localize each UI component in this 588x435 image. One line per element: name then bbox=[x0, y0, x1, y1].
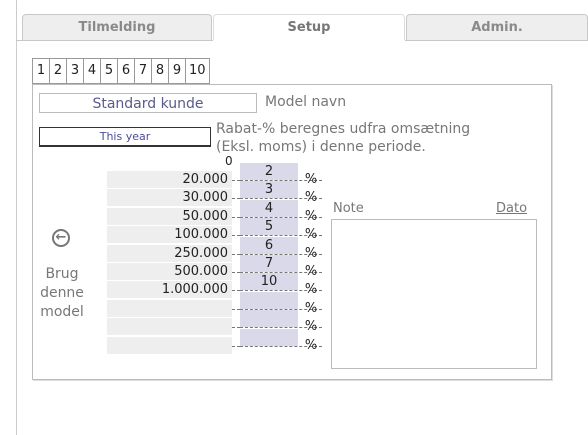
discount-percent-field[interactable]: 4 bbox=[240, 200, 298, 217]
percent-sign: % bbox=[304, 282, 318, 297]
discount-percent-field[interactable]: 7 bbox=[240, 255, 298, 272]
percent-sign: % bbox=[304, 172, 318, 187]
threshold-dash bbox=[232, 180, 240, 181]
percent-sign: % bbox=[304, 190, 318, 205]
date-sort-link[interactable]: Dato bbox=[496, 201, 527, 216]
discount-percent-field[interactable] bbox=[240, 310, 298, 327]
customer-name-field[interactable]: Standard kunde bbox=[39, 93, 257, 113]
threshold-dash bbox=[232, 346, 240, 347]
period-description-line1: Rabat-% beregnes udfra omsætning bbox=[216, 121, 471, 137]
period-button[interactable]: This year bbox=[39, 127, 211, 147]
percent-sign: % bbox=[304, 209, 318, 224]
page-tab-6[interactable]: 6 bbox=[117, 58, 134, 84]
tab-tilmelding[interactable]: Tilmelding bbox=[22, 14, 212, 40]
use-model-label[interactable]: Brug denne model bbox=[38, 265, 86, 322]
percent-sign: % bbox=[304, 264, 318, 279]
threshold-dash bbox=[232, 327, 240, 328]
model-page-tabs: 1 2 3 4 5 6 7 8 9 10 bbox=[32, 58, 210, 84]
threshold-amount-field[interactable]: 250.000 bbox=[107, 245, 232, 262]
threshold-dash bbox=[232, 198, 240, 199]
threshold-dash bbox=[232, 309, 240, 310]
period-description-line2: (Eksl. moms) i denne periode. bbox=[216, 139, 426, 155]
discount-percent-field[interactable]: 3 bbox=[240, 181, 298, 198]
threshold-amount-field[interactable] bbox=[107, 300, 232, 317]
note-textarea[interactable] bbox=[331, 219, 537, 369]
discount-percent-field[interactable]: 10 bbox=[240, 273, 298, 290]
threshold-dash bbox=[232, 235, 240, 236]
percent-sign: % bbox=[304, 246, 318, 261]
threshold-dash bbox=[232, 254, 240, 255]
percent-sign: % bbox=[304, 338, 318, 353]
threshold-dash bbox=[232, 217, 240, 218]
threshold-amount-field[interactable]: 50.000 bbox=[107, 208, 232, 225]
page-tab-8[interactable]: 8 bbox=[151, 58, 168, 84]
page-tab-2[interactable]: 2 bbox=[49, 58, 66, 84]
threshold-dash bbox=[232, 272, 240, 273]
discount-percent-field[interactable]: 5 bbox=[240, 218, 298, 235]
percent-sign: % bbox=[304, 227, 318, 242]
threshold-amount-field[interactable]: 1.000.000 bbox=[107, 281, 232, 298]
page-tab-5[interactable]: 5 bbox=[100, 58, 117, 84]
percent-sign: % bbox=[304, 301, 318, 316]
page-tab-3[interactable]: 3 bbox=[66, 58, 83, 84]
use-model-line3: model bbox=[40, 304, 84, 320]
threshold-amount-field[interactable]: 30.000 bbox=[107, 189, 232, 206]
model-name-label: Model navn bbox=[265, 94, 347, 110]
active-tab-gap bbox=[213, 40, 405, 42]
use-model-line1: Brug bbox=[45, 266, 79, 282]
threshold-amount-field[interactable]: 500.000 bbox=[107, 263, 232, 280]
page-tab-10[interactable]: 10 bbox=[185, 58, 210, 84]
threshold-dash bbox=[232, 290, 240, 291]
page-tab-9[interactable]: 9 bbox=[168, 58, 185, 84]
threshold-amount-field[interactable]: 100.000 bbox=[107, 226, 232, 243]
threshold-amount-field[interactable] bbox=[107, 318, 232, 335]
tab-setup[interactable]: Setup bbox=[213, 14, 405, 41]
threshold-amount-field[interactable]: 20.000 bbox=[107, 171, 232, 188]
page-tab-1[interactable]: 1 bbox=[32, 58, 49, 84]
discount-percent-field[interactable] bbox=[240, 292, 298, 309]
left-border bbox=[16, 0, 17, 435]
use-model-line2: denne bbox=[40, 285, 84, 301]
tab-admin[interactable]: Admin. bbox=[406, 14, 588, 40]
page-tab-7[interactable]: 7 bbox=[134, 58, 151, 84]
page-tab-4[interactable]: 4 bbox=[83, 58, 100, 84]
discount-percent-field[interactable] bbox=[240, 329, 298, 346]
threshold-amount-field[interactable] bbox=[107, 337, 232, 354]
discount-percent-field[interactable]: 2 bbox=[240, 163, 298, 180]
discount-percent-field[interactable]: 6 bbox=[240, 237, 298, 254]
zero-threshold: 0 bbox=[225, 154, 233, 168]
arrow-left-icon[interactable]: ← bbox=[52, 229, 70, 247]
percent-sign: % bbox=[304, 319, 318, 334]
note-label: Note bbox=[333, 201, 364, 216]
